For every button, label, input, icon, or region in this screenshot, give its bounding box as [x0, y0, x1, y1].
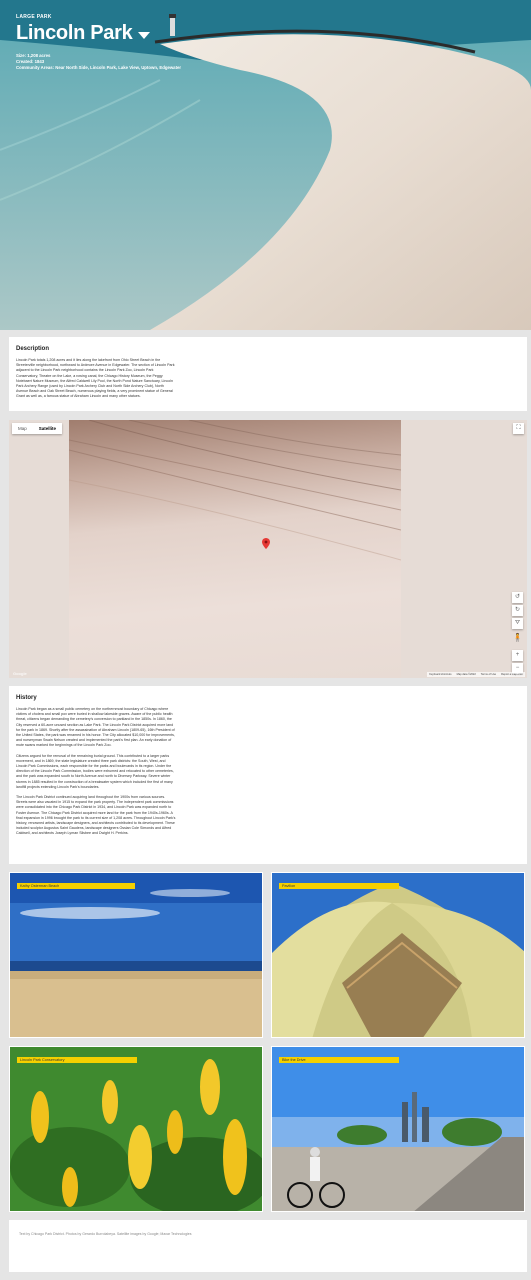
fullscreen-icon[interactable]: ⛶ — [513, 423, 524, 434]
tilt-icon[interactable]: ⛛ — [512, 618, 523, 629]
photo-bike[interactable]: Bike the Drive — [271, 1046, 525, 1212]
photo-label: Pavilion — [279, 883, 399, 889]
pegman-icon[interactable]: 🧍 — [512, 633, 523, 646]
bike-image — [272, 1047, 524, 1211]
park-type: Large Park — [16, 14, 52, 20]
conservatory-image — [10, 1047, 262, 1211]
chevron-down-icon[interactable] — [138, 32, 151, 39]
map-data-attribution: Map data ©2022 — [456, 673, 476, 676]
description-card: Description Lincoln Park totals 1,208 ac… — [9, 337, 527, 411]
satellite-texture — [69, 420, 401, 561]
description-text: Lincoln Park totals 1,208 acres and it l… — [16, 358, 175, 399]
photo-label: Lincoln Park Conservatory — [17, 1057, 137, 1063]
map-type-toggle: Map Satellite — [12, 423, 63, 434]
history-card: History Lincoln Park began as a small pu… — [9, 686, 527, 864]
map[interactable]: Map Satellite ⛶ ↺ ↻ ⛛ 🧍 + − Google Keybo… — [9, 420, 527, 678]
location-marker-icon[interactable] — [262, 538, 270, 549]
keyboard-shortcuts-link[interactable]: Keyboard shortcuts — [429, 673, 451, 676]
tab-map[interactable]: Map — [12, 423, 33, 434]
photo-label: Kathy Osterman Beach — [17, 883, 135, 889]
photo-conservatory[interactable]: Lincoln Park Conservatory — [9, 1046, 263, 1212]
report-error-link[interactable]: Report a map error — [501, 673, 523, 676]
beach-image — [10, 873, 262, 1037]
description-heading: Description — [16, 346, 50, 352]
rotate-right-icon[interactable]: ↻ — [512, 605, 523, 616]
history-heading: History — [16, 695, 37, 701]
map-footer: Keyboard shortcuts Map data ©2022 Terms … — [427, 672, 525, 677]
history-paragraph: The Lincoln Park District continued acqu… — [16, 795, 176, 836]
map-controls: ↺ ↻ ⛛ 🧍 + − — [512, 592, 523, 676]
history-paragraph: Lincoln Park began as a small public cem… — [16, 707, 175, 748]
satellite-imagery[interactable] — [69, 420, 401, 678]
rotate-left-icon[interactable]: ↺ — [512, 592, 523, 603]
google-logo: Google — [13, 671, 27, 676]
tab-satellite[interactable]: Satellite — [33, 423, 62, 434]
history-paragraph: Citizens argued for the removal of the r… — [16, 753, 174, 789]
footer: Text by Chicago Park District. Photos by… — [9, 1220, 527, 1272]
photo-pavilion[interactable]: Pavilion — [271, 872, 525, 1038]
photo-beach[interactable]: Kathy Osterman Beach — [9, 872, 263, 1038]
photo-credits: Text by Chicago Park District. Photos by… — [19, 1232, 192, 1236]
page-title: Lincoln Park — [16, 22, 133, 44]
community-areas: Community Areas: Near North Side, Lincol… — [16, 65, 182, 70]
terms-link[interactable]: Terms of Use — [481, 673, 496, 676]
hero: Large Park Lincoln Park Size: 1,208 acre… — [0, 0, 531, 330]
photo-label: Bike the Drive — [279, 1057, 399, 1063]
pavilion-image — [272, 873, 524, 1037]
zoom-in-button[interactable]: + — [512, 650, 523, 661]
